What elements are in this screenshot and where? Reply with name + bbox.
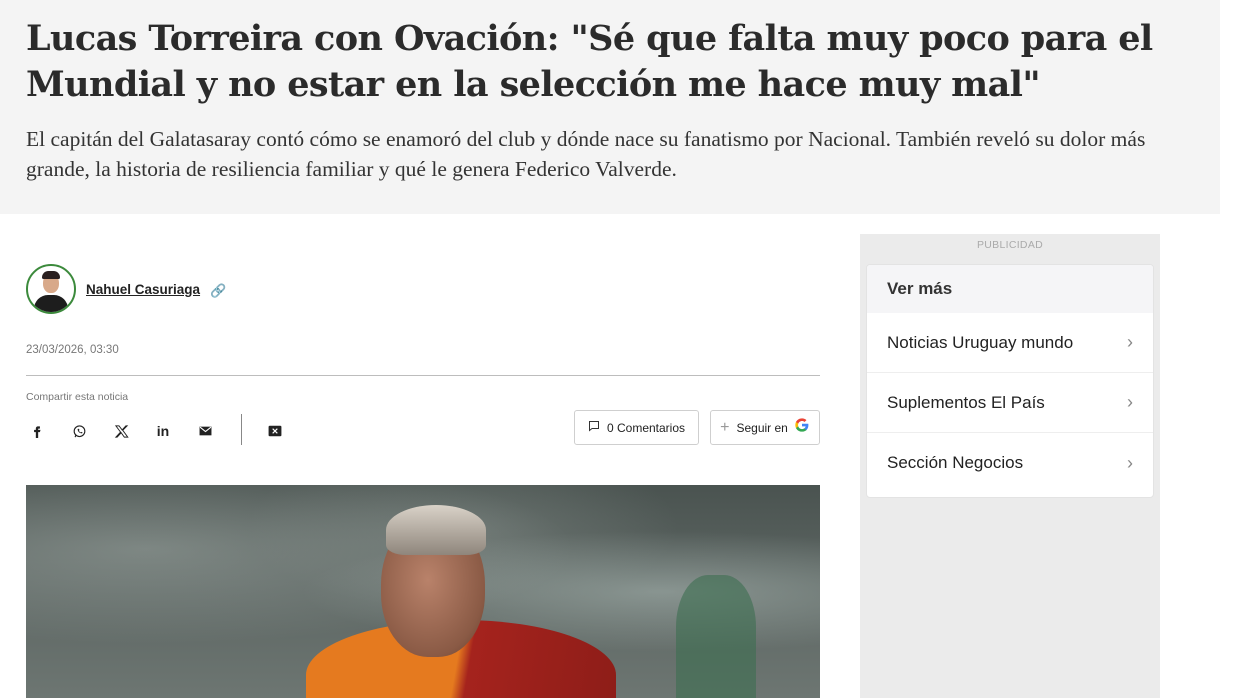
share-bar: in 0 Comentarios + Seguir en	[26, 410, 820, 446]
chevron-right-icon: ›	[1127, 392, 1133, 412]
linkedin-icon[interactable]: in	[152, 420, 174, 442]
see-more-title: Ver más	[867, 265, 1153, 313]
article-headline: Lucas Torreira con Ovación: "Sé que falt…	[26, 18, 1153, 105]
see-more-item-negocios[interactable]: Sección Negocios ›	[867, 433, 1153, 493]
author-avatar[interactable]	[26, 264, 76, 314]
see-more-item-suplementos[interactable]: Suplementos El País ›	[867, 373, 1153, 433]
comments-label: 0 Comentarios	[606, 420, 686, 435]
author-byline: Nahuel Casuriaga 🔗	[26, 264, 226, 314]
see-more-item-label: Sección Negocios	[887, 453, 1024, 472]
x-icon[interactable]	[110, 420, 132, 442]
facebook-icon[interactable]	[26, 420, 48, 442]
article-header: Lucas Torreira con Ovación: "Sé que falt…	[0, 0, 1220, 214]
reader-icon[interactable]	[264, 420, 286, 442]
google-icon	[794, 417, 810, 438]
email-icon[interactable]	[194, 420, 216, 442]
share-label: Compartir esta noticia	[26, 391, 129, 403]
author-name-link[interactable]: Nahuel Casuriaga	[86, 282, 200, 297]
comment-icon	[588, 420, 600, 435]
link-icon[interactable]: 🔗	[210, 283, 226, 299]
follow-google-button[interactable]: + Seguir en	[710, 410, 820, 445]
comments-button[interactable]: 0 Comentarios	[574, 410, 699, 445]
see-more-item-uruguay-mundo[interactable]: Noticias Uruguay mundo ›	[867, 313, 1153, 373]
divider	[26, 375, 820, 376]
whatsapp-icon[interactable]	[68, 420, 90, 442]
see-more-card: Ver más Noticias Uruguay mundo › Supleme…	[866, 264, 1154, 498]
plus-icon: +	[720, 418, 730, 436]
ad-label: PUBLICIDAD	[976, 239, 1043, 251]
publish-date: 23/03/2026, 03:30	[26, 344, 119, 356]
see-more-item-label: Noticias Uruguay mundo	[887, 332, 1074, 352]
follow-label: Seguir en	[736, 420, 788, 435]
chevron-right-icon: ›	[1127, 332, 1133, 352]
chevron-right-icon: ›	[1127, 452, 1133, 473]
article-photo	[26, 485, 820, 698]
see-more-item-label: Suplementos El País	[887, 392, 1045, 412]
article-subheadline: El capitán del Galatasaray contó cómo se…	[26, 127, 1146, 181]
share-separator	[241, 414, 242, 445]
sidebar-ad: PUBLICIDAD Ver más Noticias Uruguay mund…	[860, 234, 1160, 698]
